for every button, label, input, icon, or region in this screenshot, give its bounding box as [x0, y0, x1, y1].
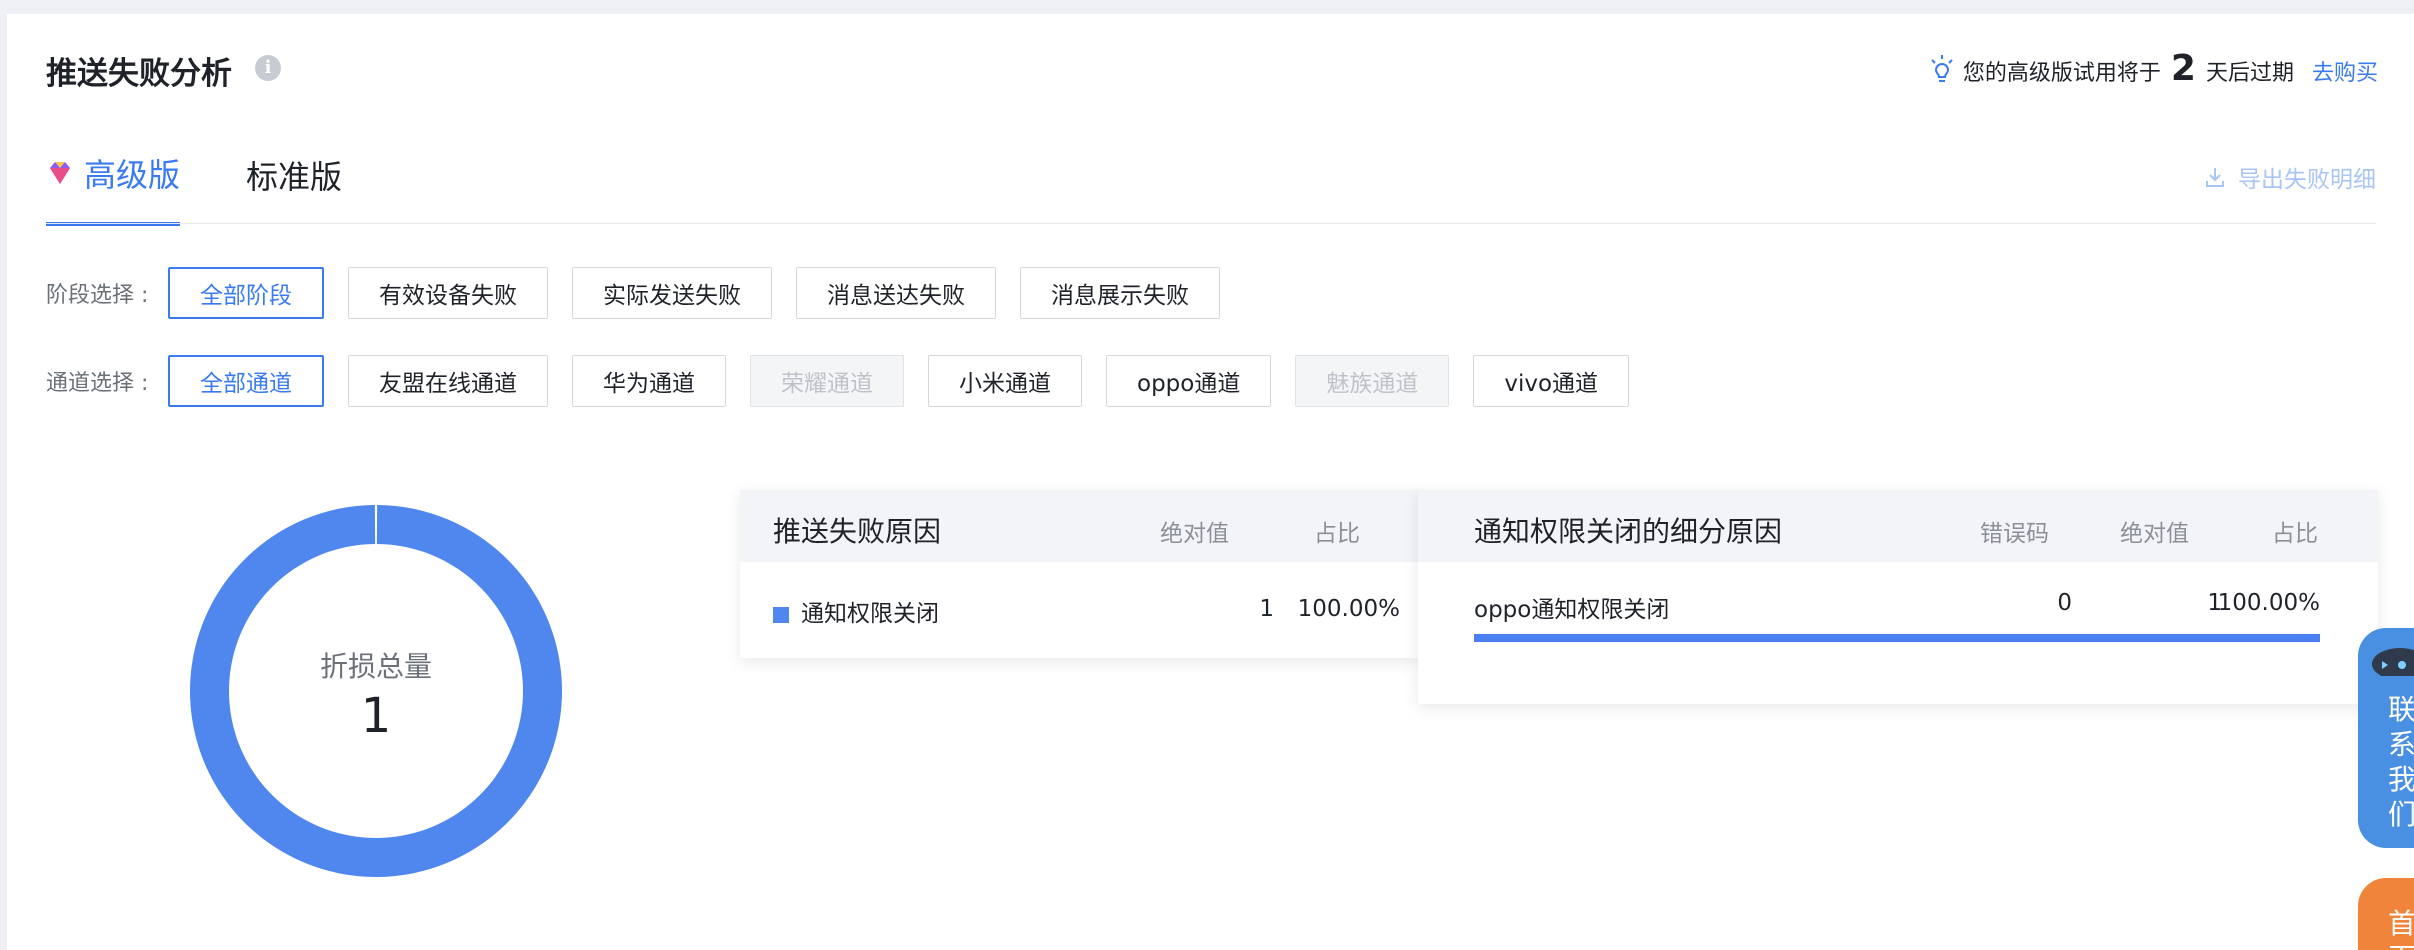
reason-name: 通知权限关闭: [773, 594, 939, 628]
trial-notice: 您的高级版试用将于 2 天后过期 去购买: [1929, 48, 2378, 89]
tab-premium-label: 高级版: [84, 156, 181, 194]
sub-col-abs: 绝对值: [2120, 521, 2189, 547]
channel-filter: 通道选择 : 全部通道 友盟在线通道 华为通道 荣耀通道 小米通道 oppo通道 魅族通道 v…: [46, 355, 1653, 407]
sub-reason-code: 0: [2057, 590, 2072, 616]
share-bar-track: [1474, 634, 2320, 642]
robot-icon: [2372, 628, 2414, 676]
reason-col-abs: 绝对值: [1160, 521, 1229, 547]
stage-option[interactable]: 有效设备失败: [348, 267, 548, 319]
failure-reason-table: 推送失败原因 绝对值 占比 通知权限关闭 1 100.00%: [740, 490, 1420, 658]
stage-option[interactable]: 实际发送失败: [572, 267, 772, 319]
stage-filter: 阶段选择 : 全部阶段 有效设备失败 实际发送失败 消息送达失败 消息展示失败: [46, 267, 1244, 319]
legend-swatch: [773, 606, 789, 623]
trial-prefix: 您的高级版试用将于: [1962, 61, 2161, 86]
reason-pct: 100.00%: [1297, 596, 1400, 622]
trial-days: 2: [2170, 48, 2196, 89]
donut-label: 折损总量: [319, 650, 432, 683]
sub-reason-table: 通知权限关闭的细分原因 错误码 绝对值 占比 oppo通知权限关闭 0 1 10…: [1418, 490, 2378, 704]
channel-option[interactable]: vivo通道: [1473, 355, 1630, 407]
download-icon: [2206, 168, 2224, 187]
tab-standard[interactable]: 标准版: [246, 150, 342, 226]
home-label: 首页: [2388, 907, 2414, 950]
reason-table-title: 推送失败原因: [773, 515, 942, 548]
channel-option[interactable]: 全部通道: [168, 355, 324, 407]
tab-divider: [46, 223, 2376, 224]
reason-col-pct: 占比: [1314, 521, 1360, 547]
channel-option: 荣耀通道: [750, 355, 904, 407]
export-label: 导出失败明细: [2238, 167, 2376, 193]
sub-table-title: 通知权限关闭的细分原因: [1474, 515, 1783, 548]
sub-reason-name: oppo通知权限关闭: [1474, 597, 1670, 623]
sub-table-header: 通知权限关闭的细分原因 错误码 绝对值 占比: [1418, 490, 2378, 562]
page-title: 推送失败分析: [46, 56, 232, 92]
edition-tabs: 高级版 标准版: [46, 150, 342, 226]
buy-link[interactable]: 去购买: [2312, 55, 2378, 87]
trial-suffix: 天后过期: [2205, 61, 2294, 86]
channel-option[interactable]: 友盟在线通道: [348, 355, 548, 407]
reason-table-header: 推送失败原因 绝对值 占比: [740, 490, 1420, 562]
channel-option[interactable]: oppo通道: [1106, 355, 1272, 407]
stage-option[interactable]: 消息送达失败: [796, 267, 996, 319]
channel-option: 魅族通道: [1295, 355, 1450, 407]
tab-premium[interactable]: 高级版: [46, 150, 181, 226]
sub-reason-pct: 100.00%: [2217, 590, 2320, 616]
stage-option[interactable]: 全部阶段: [168, 267, 324, 319]
export-button[interactable]: 导出失败明细: [2204, 160, 2376, 194]
sub-col-pct: 占比: [2272, 521, 2318, 547]
stage-option[interactable]: 消息展示失败: [1020, 267, 1220, 319]
diamond-icon: [50, 162, 70, 184]
lightbulb-icon: [1931, 54, 1953, 82]
reason-name-text: 通知权限关闭: [801, 601, 939, 627]
contact-us-label: 联系我们: [2388, 693, 2414, 831]
sub-col-code: 错误码: [1980, 521, 2049, 547]
stage-filter-label: 阶段选择 :: [46, 283, 149, 308]
tab-standard-label: 标准版: [246, 158, 343, 196]
info-icon[interactable]: i: [255, 55, 281, 81]
share-bar-fill: [1474, 634, 2320, 642]
donut-value: 1: [360, 688, 392, 744]
channel-option[interactable]: 小米通道: [928, 355, 1082, 407]
channel-filter-label: 通道选择 :: [46, 371, 149, 396]
channel-option[interactable]: 华为通道: [572, 355, 726, 407]
